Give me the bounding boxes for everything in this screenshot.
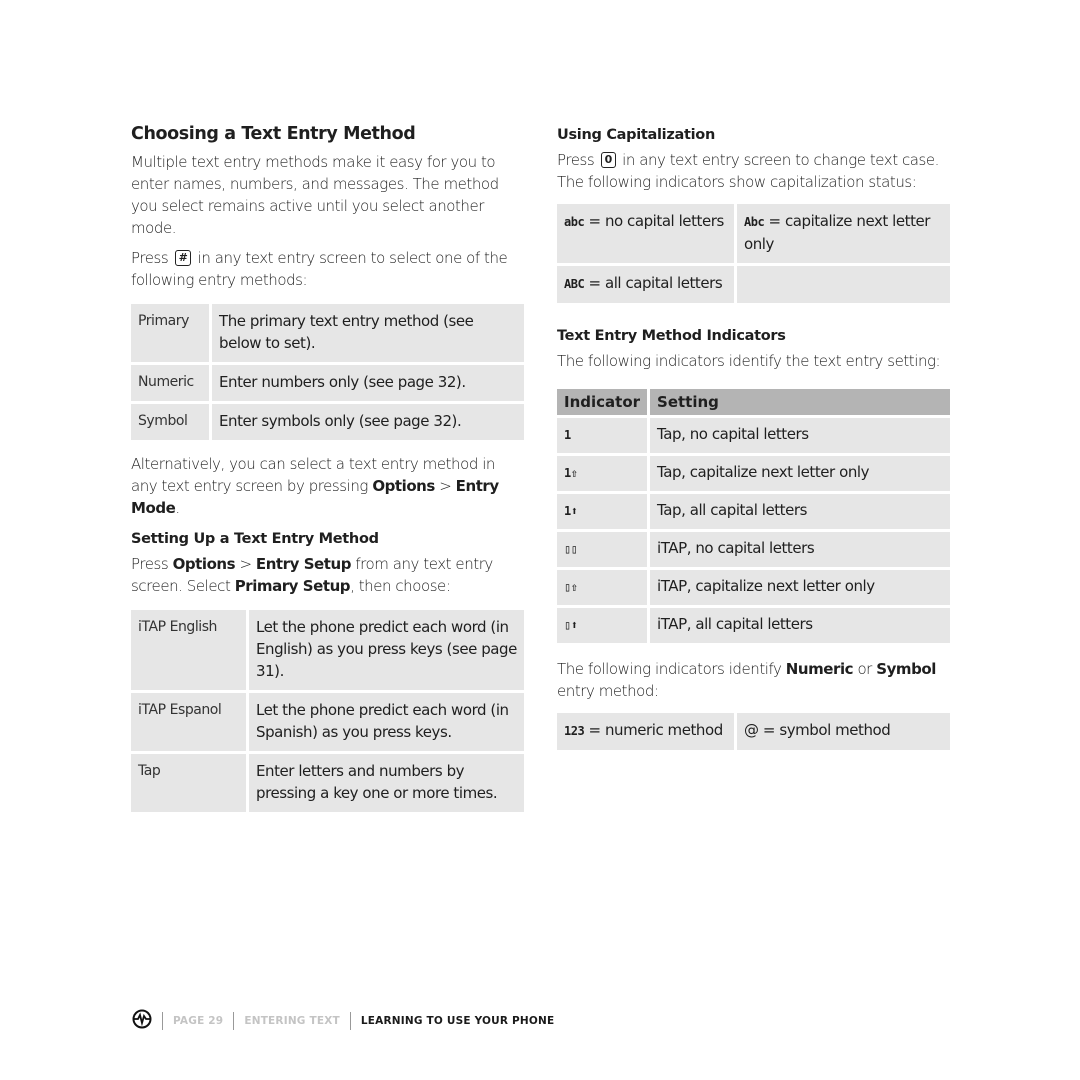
entry-methods-table: Primary The primary text entry method (se… (131, 301, 524, 443)
table-row: ▯⬆ iTAP, all capital letters (557, 608, 950, 643)
table-row: iTAP Espanol Let the phone predict each w… (131, 693, 524, 751)
indicators-paragraph: The following indicators identify the te… (557, 352, 941, 370)
brand-logo-icon (132, 1009, 152, 1032)
right-column: Using Capitalization Press 0 in any text… (557, 124, 950, 753)
indicators-title: Text Entry Method Indicators (557, 328, 786, 344)
table-row: Primary The primary text entry method (se… (131, 304, 524, 362)
tap-all-caps-icon: 1⬆ (564, 504, 578, 518)
primary-setup-table: iTAP English Let the phone predict each w… (131, 607, 524, 815)
table-row: Tap Enter letters and numbers by pressing… (131, 754, 524, 812)
table-row: ▯⇧ iTAP, capitalize next letter only (557, 570, 950, 605)
alternative-paragraph: Alternatively, you can select a text ent… (131, 455, 499, 517)
capitalization-table: abc = no capital letters Abc = capitaliz… (557, 201, 950, 306)
table-row: iTAP English Let the phone predict each w… (131, 610, 524, 690)
divider (349, 1011, 351, 1030)
itap-next-cap-icon: ▯⇧ (564, 580, 578, 594)
numeric-symbol-paragraph: The following indicators identify Numeri… (557, 660, 936, 700)
indicators-table: Indicator Setting 1 Tap, no capital lette… (557, 386, 950, 646)
ABC-icon: ABC (564, 277, 585, 291)
tap-lower-icon: 1 (564, 428, 571, 442)
itap-lower-icon: ▯▯ (564, 542, 578, 556)
intro-paragraph: Multiple text entry methods make it easy… (131, 153, 499, 237)
hash-key-icon: # (174, 250, 192, 266)
table-row: ABC = all capital letters (557, 266, 950, 303)
page-number: PAGE 29 (173, 1014, 224, 1027)
capitalization-title: Using Capitalization (557, 127, 715, 143)
itap-all-caps-icon: ▯⬆ (564, 618, 578, 632)
page-footer: PAGE 29 ENTERING TEXT LEARNING TO USE YO… (132, 1009, 554, 1032)
setting-column-header: Setting (650, 389, 950, 415)
numeric-symbol-table: 123 = numeric method @ = symbol method (557, 710, 950, 753)
table-row: Symbol Enter symbols only (see page 32). (131, 404, 524, 440)
zero-key-icon: 0 (600, 152, 616, 168)
table-row: 1⇧ Tap, capitalize next letter only (557, 456, 950, 491)
table-row: abc = no capital letters Abc = capitaliz… (557, 204, 950, 263)
divider (233, 1011, 235, 1030)
setup-title: Setting Up a Text Entry Method (131, 531, 379, 547)
table-header-row: Indicator Setting (557, 389, 950, 415)
section-title: Choosing a Text Entry Method (131, 124, 416, 144)
chapter-name: LEARNING TO USE YOUR PHONE (360, 1014, 555, 1027)
divider (162, 1011, 163, 1030)
indicator-column-header: Indicator (557, 389, 651, 415)
tap-next-cap-icon: 1⇧ (564, 466, 578, 480)
table-row: 123 = numeric method @ = symbol method (557, 713, 950, 750)
symbol-icon: @ (744, 721, 759, 739)
abc-icon: abc (564, 215, 585, 229)
setup-paragraph: Press Options > Entry Setup from any tex… (131, 555, 493, 595)
press-hash-paragraph: Press # in any text entry screen to sele… (131, 249, 508, 289)
capitalization-paragraph: Press 0 in any text entry screen to chan… (557, 151, 939, 191)
left-column: Choosing a Text Entry Method Multiple te… (131, 124, 524, 815)
table-row: Numeric Enter numbers only (see page 32). (131, 365, 524, 401)
Abc-icon: Abc (744, 215, 765, 229)
section-name: ENTERING TEXT (244, 1014, 340, 1027)
table-row: 1⬆ Tap, all capital letters (557, 494, 950, 529)
table-row: 1 Tap, no capital letters (557, 418, 950, 453)
table-row: ▯▯ iTAP, no capital letters (557, 532, 950, 567)
numeric-icon: 123 (564, 724, 585, 738)
